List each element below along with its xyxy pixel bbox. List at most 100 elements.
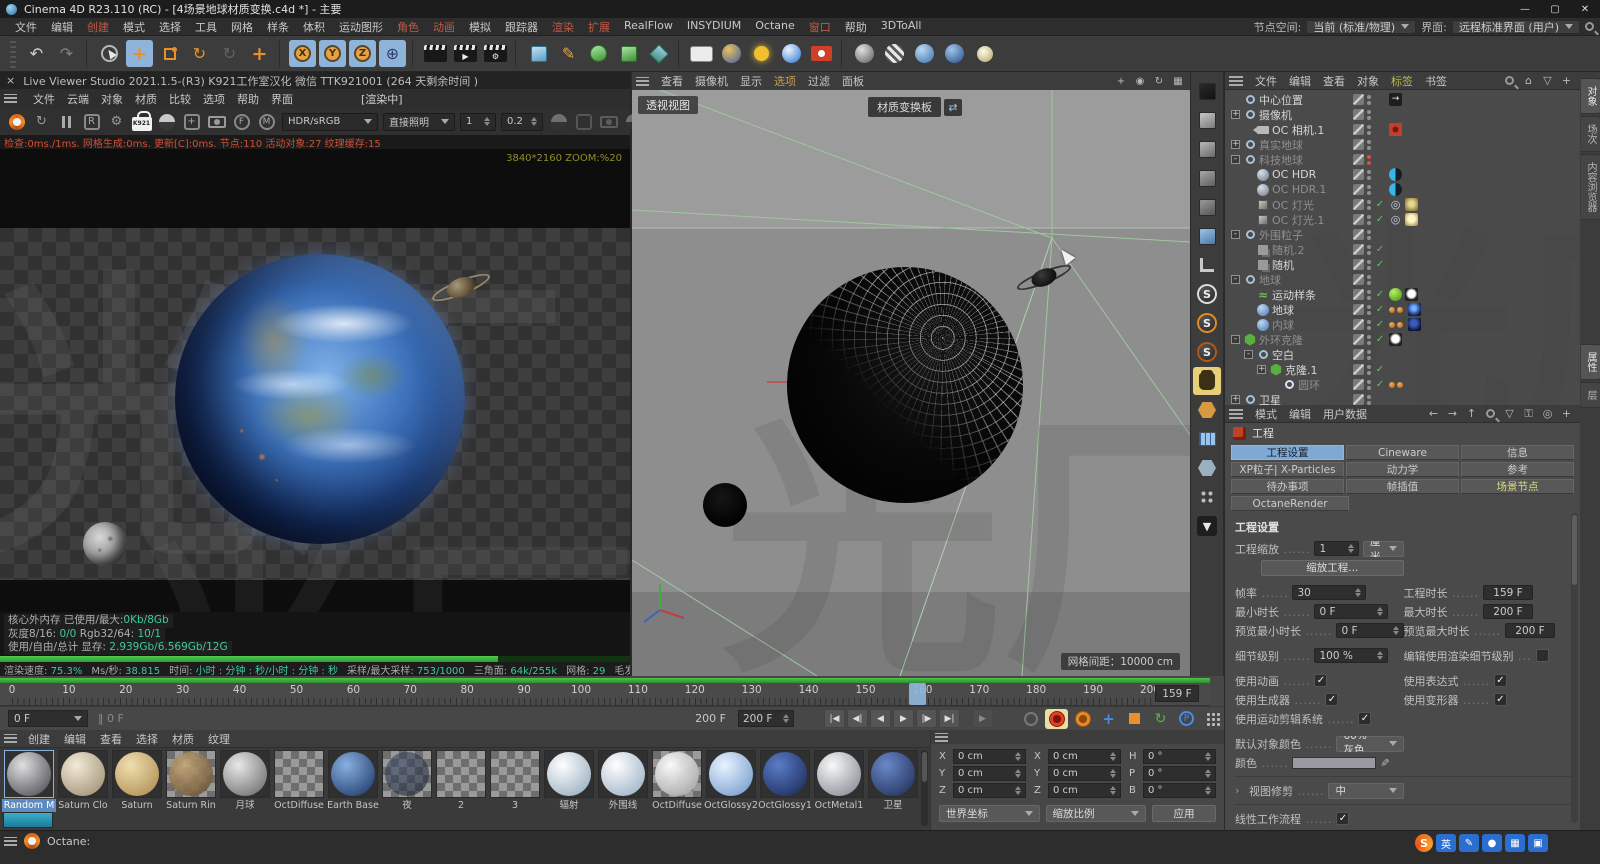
attr-menu-1[interactable]: 编辑: [1283, 406, 1317, 422]
visibility-dots[interactable]: [1367, 154, 1371, 165]
pan-view-icon[interactable]: +: [1113, 74, 1129, 88]
sogou-logo-icon[interactable]: S: [1415, 834, 1433, 852]
viewport-solo-icon[interactable]: [1193, 77, 1221, 105]
tab-8[interactable]: 场景节点: [1461, 479, 1574, 494]
material-thumb-partial[interactable]: [3, 812, 53, 828]
lock-icon[interactable]: ⚿: [1521, 407, 1536, 421]
checkbox[interactable]: ✓: [1314, 674, 1328, 687]
material-thumbnail[interactable]: [328, 750, 378, 798]
menubar-item-19[interactable]: 窗口: [802, 19, 838, 35]
vp-menu-3[interactable]: 选项: [768, 73, 802, 89]
mat-menu-0[interactable]: 创建: [21, 731, 57, 747]
panel-tab-b1[interactable]: 层: [1581, 382, 1600, 408]
deformer-menu[interactable]: [645, 40, 672, 67]
menubar-item-8[interactable]: 体积: [296, 19, 332, 35]
tech-earth-sphere[interactable]: [787, 267, 1023, 503]
panel-tab-2[interactable]: 内容浏览器: [1581, 154, 1600, 220]
visibility-dots[interactable]: [1367, 244, 1371, 255]
material-item[interactable]: Saturn Clo: [56, 748, 110, 812]
subdivision-surface-menu[interactable]: [585, 40, 612, 67]
tag-light2-icon[interactable]: [1405, 213, 1418, 226]
tag-hdr-icon[interactable]: [1389, 168, 1402, 181]
object-row[interactable]: ≈ 运动样条 ✓: [1225, 287, 1580, 302]
viewport-grid-icon[interactable]: [1193, 425, 1221, 453]
coord-field[interactable]: 0 cm: [953, 783, 1026, 798]
menubar-item-16[interactable]: RealFlow: [617, 19, 680, 35]
attr-menu-0[interactable]: 模式: [1249, 406, 1283, 422]
visibility-dots[interactable]: [1367, 364, 1371, 375]
tab-octanerender[interactable]: OctaneRender: [1231, 496, 1349, 511]
goto-end-button[interactable]: ▶|: [939, 709, 960, 728]
visibility-dots[interactable]: [1367, 214, 1371, 225]
kernel-dropdown[interactable]: 直接照明: [383, 112, 455, 131]
record-scale-button[interactable]: [1123, 708, 1146, 729]
octane-script-3-icon[interactable]: S: [1193, 338, 1221, 366]
value-field[interactable]: 100 %: [1314, 648, 1389, 663]
panel-tab-1[interactable]: 场次: [1581, 116, 1600, 152]
model-mode-icon[interactable]: [1193, 135, 1221, 163]
vp-menu-5[interactable]: 面板: [836, 73, 870, 89]
tab-3[interactable]: XP粒子| X-Particles: [1231, 462, 1344, 477]
render-view-button[interactable]: [422, 40, 449, 67]
record-pla-button[interactable]: [1201, 708, 1224, 729]
material-thumbnail[interactable]: [4, 750, 54, 798]
octane-script-1-icon[interactable]: S: [1193, 280, 1221, 308]
visibility-dots[interactable]: [1367, 229, 1371, 240]
coord-field[interactable]: 0 cm: [953, 749, 1026, 764]
color-space-dropdown[interactable]: HDR/sRGB: [282, 112, 378, 131]
tag-greenball-icon[interactable]: [1389, 288, 1402, 301]
material-item[interactable]: 卫星: [866, 748, 920, 812]
start-frame-field[interactable]: 0 F: [8, 710, 88, 727]
material-thumbnail[interactable]: [436, 750, 486, 798]
menubar-item-9[interactable]: 运动图形: [332, 19, 390, 35]
material-thumbnail[interactable]: [382, 750, 432, 798]
edit-pencil-icon[interactable]: [1353, 229, 1364, 240]
checkbox[interactable]: ✓: [1325, 693, 1339, 706]
object-row[interactable]: - 外围粒子: [1225, 227, 1580, 242]
material-item[interactable]: 辐射: [542, 748, 596, 812]
k921-lock-icon[interactable]: K921: [131, 111, 152, 132]
menubar-item-12[interactable]: 模拟: [462, 19, 498, 35]
hamburger-icon[interactable]: [1229, 408, 1243, 419]
object-row[interactable]: OC HDR.1: [1225, 182, 1580, 197]
mat-menu-1[interactable]: 编辑: [57, 731, 93, 747]
edit-pencil-icon[interactable]: [1353, 304, 1364, 315]
expand-toggle[interactable]: -: [1231, 155, 1240, 164]
panel-tab-0[interactable]: 对象: [1581, 78, 1600, 114]
object-row[interactable]: OC 相机.1: [1225, 122, 1580, 137]
menubar-item-20[interactable]: 帮助: [838, 19, 874, 35]
edit-pencil-icon[interactable]: [1353, 154, 1364, 165]
edit-pencil-icon[interactable]: [1353, 259, 1364, 270]
coord-field[interactable]: 0 cm: [1048, 749, 1121, 764]
vp-menu-0[interactable]: 查看: [655, 73, 689, 89]
coord-field[interactable]: 0 cm: [1048, 783, 1121, 798]
edit-pencil-icon[interactable]: [1353, 94, 1364, 105]
octane-script-2-icon[interactable]: S: [1193, 309, 1221, 337]
material-item[interactable]: 夜: [380, 748, 434, 812]
range-end-field[interactable]: 200 F: [738, 710, 794, 727]
tab-5[interactable]: 参考: [1461, 462, 1574, 477]
object-row[interactable]: 圆环 ✓: [1225, 377, 1580, 392]
region-ratio-spinner[interactable]: 0.2: [501, 112, 543, 131]
visibility-dots[interactable]: [1367, 259, 1371, 270]
menubar-item-11[interactable]: 动画: [426, 19, 462, 35]
object-row[interactable]: OC HDR: [1225, 167, 1580, 182]
object-row[interactable]: - 外环克隆 ✓: [1225, 332, 1580, 347]
material-thumbnail[interactable]: [166, 750, 216, 798]
redo-icon[interactable]: ↷: [53, 40, 80, 67]
enabled-check-icon[interactable]: ✓: [1374, 244, 1386, 255]
value-field[interactable]: 200 F: [1482, 604, 1533, 619]
coord-field[interactable]: 0 cm: [1048, 766, 1121, 781]
keyboard-icon[interactable]: ▦: [1505, 834, 1525, 852]
material-thumbnail[interactable]: [490, 750, 540, 798]
object-row[interactable]: - 地球: [1225, 272, 1580, 287]
refresh-icon[interactable]: ↻: [31, 111, 52, 132]
object-row[interactable]: + 卫星: [1225, 392, 1580, 405]
edit-pencil-icon[interactable]: [1353, 184, 1364, 195]
checkbox[interactable]: ✓: [1336, 812, 1350, 825]
material-item[interactable]: 月球: [218, 748, 272, 812]
move-tool[interactable]: +: [126, 40, 153, 67]
lv-menu-1[interactable]: 云端: [61, 91, 95, 107]
object-row[interactable]: - 空白: [1225, 347, 1580, 362]
rotate-tool[interactable]: ↻: [186, 40, 213, 67]
